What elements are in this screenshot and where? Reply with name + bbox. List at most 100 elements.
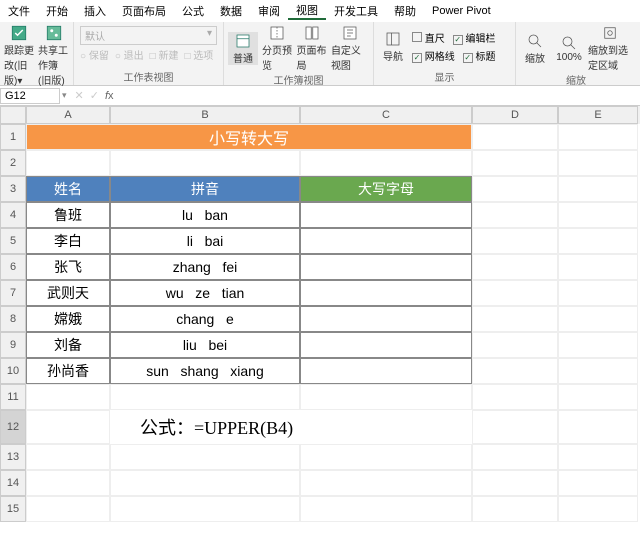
row-header-5[interactable]: 5: [0, 228, 26, 254]
cell-5-4[interactable]: [558, 228, 638, 254]
select-all-corner[interactable]: [0, 106, 26, 124]
cell-4-1[interactable]: lu ban: [110, 202, 300, 228]
cell-8-2[interactable]: [300, 306, 472, 332]
check-网格线[interactable]: ✓ 网格线: [412, 48, 455, 63]
menu-5[interactable]: 数据: [212, 3, 250, 19]
cell[interactable]: [472, 410, 558, 444]
view-select[interactable]: 默认▾: [80, 26, 217, 45]
share-workbook-button[interactable]: 共享工作簿(旧版): [38, 24, 69, 87]
cell-13-3[interactable]: [472, 444, 558, 470]
row-header-6[interactable]: 6: [0, 254, 26, 280]
cell-9-2[interactable]: [300, 332, 472, 358]
cell-15-4[interactable]: [558, 496, 638, 522]
menu-10[interactable]: Power Pivot: [424, 5, 499, 17]
cell-14-3[interactable]: [472, 470, 558, 496]
row-header-14[interactable]: 14: [0, 470, 26, 496]
cell-7-2[interactable]: [300, 280, 472, 306]
header-1[interactable]: 拼音: [110, 176, 300, 202]
cell-11-2[interactable]: [300, 384, 472, 410]
cell-9-1[interactable]: liu bei: [110, 332, 300, 358]
cell-7-3[interactable]: [472, 280, 558, 306]
row-header-13[interactable]: 13: [0, 444, 26, 470]
menu-0[interactable]: 文件: [0, 3, 38, 19]
cell-4-0[interactable]: 鲁班: [26, 202, 110, 228]
track-changes-button[interactable]: 跟踪更改(旧版)▾: [4, 24, 34, 87]
confirm-icon[interactable]: ✓: [90, 89, 99, 102]
menu-4[interactable]: 公式: [174, 3, 212, 19]
banner[interactable]: 小写转大写: [26, 124, 472, 150]
cell-6-1[interactable]: zhang fei: [110, 254, 300, 280]
cell-14-2[interactable]: [300, 470, 472, 496]
cell-4-3[interactable]: [472, 202, 558, 228]
cell-10-1[interactable]: sun shang xiang: [110, 358, 300, 384]
navigation-button[interactable]: 导航: [378, 30, 408, 63]
cell-4-4[interactable]: [558, 202, 638, 228]
cell-5-3[interactable]: [472, 228, 558, 254]
cell-14-4[interactable]: [558, 470, 638, 496]
cell-10-2[interactable]: [300, 358, 472, 384]
cell-6-0[interactable]: 张飞: [26, 254, 110, 280]
cell-13-0[interactable]: [26, 444, 110, 470]
cell[interactable]: [558, 176, 638, 202]
col-header-A[interactable]: A: [26, 106, 110, 124]
view-页面布局[interactable]: 页面布局: [296, 24, 326, 72]
cell-8-0[interactable]: 嫦娥: [26, 306, 110, 332]
row-header-10[interactable]: 10: [0, 358, 26, 384]
cell-9-4[interactable]: [558, 332, 638, 358]
name-box-arrow[interactable]: ▾: [60, 90, 69, 101]
cell-2-1[interactable]: [110, 150, 300, 176]
check-直尺[interactable]: 直尺: [412, 30, 445, 45]
check-编辑栏[interactable]: ✓ 编辑栏: [453, 30, 496, 45]
cell-8-4[interactable]: [558, 306, 638, 332]
cell[interactable]: [558, 410, 638, 444]
cell-11-3[interactable]: [472, 384, 558, 410]
formula-note[interactable]: 公式：=UPPER(B4): [110, 410, 472, 444]
cell-6-4[interactable]: [558, 254, 638, 280]
cancel-icon[interactable]: ✕: [75, 89, 84, 102]
menu-8[interactable]: 开发工具: [326, 3, 386, 19]
cell-6-3[interactable]: [472, 254, 558, 280]
zoom-1[interactable]: 100%: [554, 34, 584, 63]
cell-9-0[interactable]: 刘备: [26, 332, 110, 358]
cell[interactable]: [472, 124, 558, 150]
cell-14-1[interactable]: [110, 470, 300, 496]
cell-5-1[interactable]: li bai: [110, 228, 300, 254]
row-header-9[interactable]: 9: [0, 332, 26, 358]
row-header-11[interactable]: 11: [0, 384, 26, 410]
menu-bar[interactable]: 文件开始插入页面布局公式数据审阅视图开发工具帮助Power Pivot: [0, 0, 640, 22]
spreadsheet-grid[interactable]: ABCDE 1小写转大写23姓名拼音大写字母4鲁班lu ban5李白li bai…: [0, 106, 640, 522]
cell-15-3[interactable]: [472, 496, 558, 522]
header-2[interactable]: 大写字母: [300, 176, 472, 202]
row-header-3[interactable]: 3: [0, 176, 26, 202]
view-普通[interactable]: 普通: [228, 32, 258, 65]
cell-2-3[interactable]: [472, 150, 558, 176]
view-分页预览[interactable]: 分页预览: [262, 24, 292, 72]
cell-14-0[interactable]: [26, 470, 110, 496]
menu-9[interactable]: 帮助: [386, 3, 424, 19]
cell-10-0[interactable]: 孙尚香: [26, 358, 110, 384]
cell-8-1[interactable]: chang e: [110, 306, 300, 332]
cell-7-1[interactable]: wu ze tian: [110, 280, 300, 306]
menu-3[interactable]: 页面布局: [114, 3, 174, 19]
cell-15-2[interactable]: [300, 496, 472, 522]
cell-5-0[interactable]: 李白: [26, 228, 110, 254]
menu-1[interactable]: 开始: [38, 3, 76, 19]
cell-2-4[interactable]: [558, 150, 638, 176]
cell-15-0[interactable]: [26, 496, 110, 522]
row-header-7[interactable]: 7: [0, 280, 26, 306]
cell-11-4[interactable]: [558, 384, 638, 410]
col-header-C[interactable]: C: [300, 106, 472, 124]
cell[interactable]: [472, 176, 558, 202]
cell-6-2[interactable]: [300, 254, 472, 280]
row-header-4[interactable]: 4: [0, 202, 26, 228]
row-header-2[interactable]: 2: [0, 150, 26, 176]
row-header-1[interactable]: 1: [0, 124, 26, 150]
fx-icon[interactable]: fx: [105, 90, 114, 102]
menu-6[interactable]: 审阅: [250, 3, 288, 19]
cell-15-1[interactable]: [110, 496, 300, 522]
cell-8-3[interactable]: [472, 306, 558, 332]
cell-7-0[interactable]: 武则天: [26, 280, 110, 306]
cell-4-2[interactable]: [300, 202, 472, 228]
col-header-D[interactable]: D: [472, 106, 558, 124]
col-header-B[interactable]: B: [110, 106, 300, 124]
